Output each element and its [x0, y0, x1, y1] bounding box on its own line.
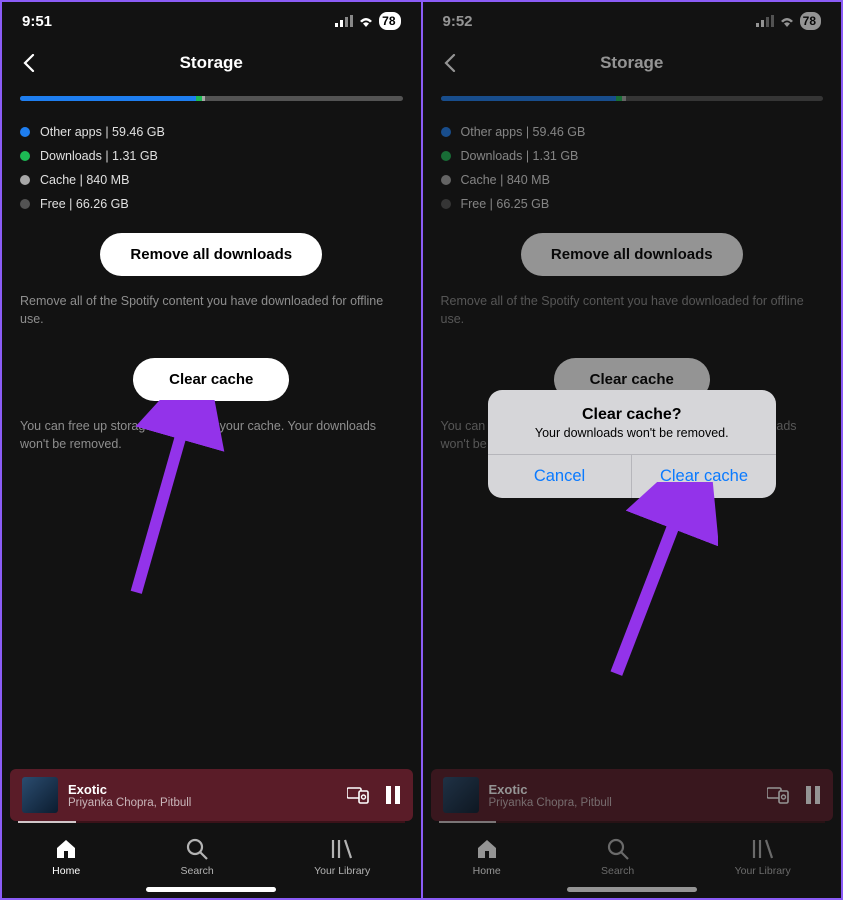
remove-help-text: Remove all of the Spotify content you ha… [20, 292, 403, 328]
home-indicator[interactable] [146, 887, 276, 892]
tab-search[interactable]: Search [601, 837, 634, 877]
library-icon [751, 837, 775, 861]
tab-home[interactable]: Home [52, 837, 80, 877]
track-title: Exotic [68, 782, 337, 797]
storage-bar [441, 96, 824, 101]
status-time: 9:52 [443, 13, 473, 30]
status-bar: 9:51 78 [2, 2, 421, 36]
remove-help-text: Remove all of the Spotify content you ha… [441, 292, 824, 328]
tab-home[interactable]: Home [473, 837, 501, 877]
annotation-arrow [598, 482, 718, 682]
home-icon [54, 837, 78, 861]
track-title: Exotic [489, 782, 758, 797]
battery-icon: 78 [379, 12, 400, 30]
legend-item: Free | 66.26 GB [20, 197, 403, 211]
tab-bar: Home Search Your Library [2, 827, 421, 881]
album-art [22, 777, 58, 813]
tab-library[interactable]: Your Library [735, 837, 791, 877]
home-indicator[interactable] [567, 887, 697, 892]
tab-library[interactable]: Your Library [314, 837, 370, 877]
alert-dialog: Clear cache? Your downloads won't be rem… [423, 390, 842, 498]
dialog-message: Your downloads won't be removed. [506, 426, 758, 440]
status-time: 9:51 [22, 13, 52, 30]
track-artist: Priyanka Chopra, Pitbull [68, 797, 337, 809]
devices-icon[interactable] [767, 786, 789, 804]
signal-icon [335, 15, 353, 27]
clear-help-text: You can free up storage by clearing your… [20, 417, 403, 453]
search-icon [185, 837, 209, 861]
tab-bar: Home Search Your Library [423, 827, 842, 881]
home-icon [475, 837, 499, 861]
back-button[interactable] [437, 50, 463, 76]
now-playing-bar[interactable]: Exotic Priyanka Chopra, Pitbull [431, 769, 834, 821]
dialog-cancel-button[interactable]: Cancel [488, 455, 632, 498]
legend-item: Cache | 840 MB [20, 173, 403, 187]
header: Storage [2, 36, 421, 96]
dialog-confirm-button[interactable]: Clear cache [631, 455, 776, 498]
battery-icon: 78 [800, 12, 821, 30]
legend-item: Cache | 840 MB [441, 173, 824, 187]
album-art [443, 777, 479, 813]
phone-left: 9:51 78 Storage Other apps | 59.46 GB Do… [2, 2, 421, 898]
track-artist: Priyanka Chopra, Pitbull [489, 797, 758, 809]
legend-item: Downloads | 1.31 GB [20, 149, 403, 163]
storage-bar [20, 96, 403, 101]
legend-item: Free | 66.25 GB [441, 197, 824, 211]
signal-icon [756, 15, 774, 27]
library-icon [330, 837, 354, 861]
devices-icon[interactable] [347, 786, 369, 804]
wifi-icon [358, 15, 374, 27]
dialog-title: Clear cache? [506, 406, 758, 424]
legend-item: Other apps | 59.46 GB [441, 125, 824, 139]
legend-item: Other apps | 59.46 GB [20, 125, 403, 139]
pause-icon[interactable] [385, 786, 401, 804]
pause-icon[interactable] [805, 786, 821, 804]
status-bar: 9:52 78 [423, 2, 842, 36]
header: Storage [423, 36, 842, 96]
page-title: Storage [423, 53, 842, 73]
remove-downloads-button[interactable]: Remove all downloads [521, 233, 743, 276]
phone-right: 9:52 78 Storage Other apps | 59.46 GB Do… [423, 2, 842, 898]
storage-legend: Other apps | 59.46 GB Downloads | 1.31 G… [441, 125, 824, 211]
storage-legend: Other apps | 59.46 GB Downloads | 1.31 G… [20, 125, 403, 211]
page-title: Storage [2, 53, 421, 73]
remove-downloads-button[interactable]: Remove all downloads [100, 233, 322, 276]
wifi-icon [779, 15, 795, 27]
clear-cache-button[interactable]: Clear cache [133, 358, 289, 401]
now-playing-bar[interactable]: Exotic Priyanka Chopra, Pitbull [10, 769, 413, 821]
legend-item: Downloads | 1.31 GB [441, 149, 824, 163]
search-icon [606, 837, 630, 861]
tab-search[interactable]: Search [180, 837, 213, 877]
